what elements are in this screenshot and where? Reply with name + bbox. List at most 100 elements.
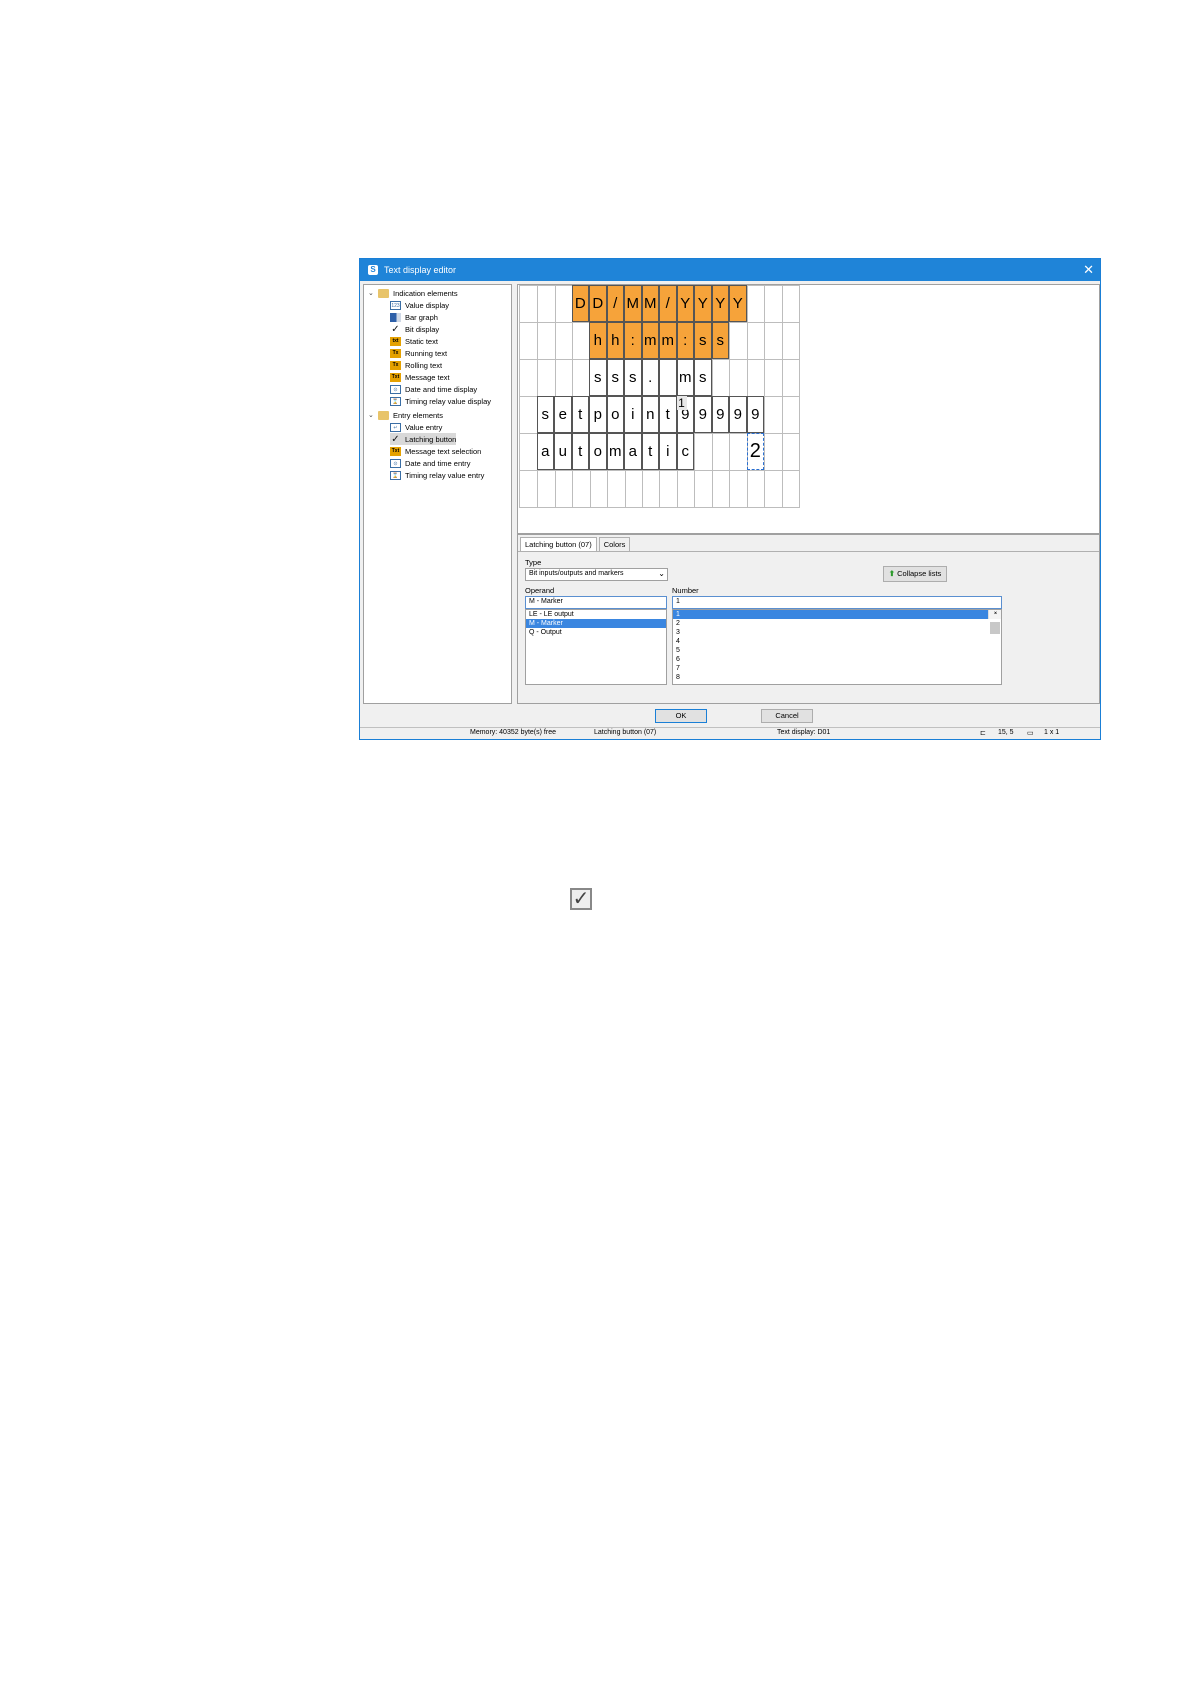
automatic-text-char: i <box>659 433 677 470</box>
folder-icon <box>378 288 389 298</box>
tree-item-bar-graph[interactable]: Bar graph <box>390 311 438 323</box>
ms-display-char: s <box>606 359 624 396</box>
tree-item-timing-relay-display[interactable]: ⌛ Timing relay value display <box>390 395 491 407</box>
value-entry-marker[interactable]: 1 <box>676 396 687 410</box>
status-display: Text display: D01 <box>777 729 831 736</box>
date-display-char: M <box>624 285 642 322</box>
collapse-lists-button[interactable]: ⬆ Collapse lists <box>883 566 947 582</box>
automatic-text-char: o <box>589 433 607 470</box>
message-select-icon: Txt <box>390 446 401 456</box>
tree-item-static-text[interactable]: txt Static text <box>390 335 438 347</box>
tree-item-message-text-selection[interactable]: Txt Message text selection <box>390 445 481 457</box>
tree-item-latching-button[interactable]: ✓ Latching button <box>390 433 457 445</box>
ms-display-char: . <box>641 359 659 396</box>
size-icon: ▭ <box>1027 730 1034 737</box>
time-display-char: s <box>711 322 729 359</box>
close-icon[interactable]: ✕ <box>1083 262 1094 278</box>
tab-colors[interactable]: Colors <box>598 537 631 551</box>
scroll-thumb[interactable] <box>990 622 1000 634</box>
tree-group-label: Entry elements <box>393 410 444 420</box>
automatic-text-char: a <box>536 433 554 470</box>
list-item[interactable]: 8 <box>673 673 1001 682</box>
ms-display-char <box>659 359 677 396</box>
tree-item-timing-relay-entry[interactable]: ⌛ Timing relay value entry <box>390 469 484 481</box>
date-display-char: M <box>641 285 659 322</box>
scroll-down-icon[interactable]: ⌄ <box>990 610 998 617</box>
rolling-text-icon: Tx <box>390 360 401 370</box>
date-display-char: Y <box>694 285 712 322</box>
tree-item-label: Running text <box>405 348 448 358</box>
check-icon: ✓ <box>391 433 400 445</box>
date-display-char: Y <box>729 285 747 322</box>
date-display-char: Y <box>676 285 694 322</box>
tree-item-label: Rolling text <box>405 360 443 370</box>
automatic-text-char: c <box>676 433 694 470</box>
list-item[interactable]: 6 <box>673 655 1001 664</box>
chevron-down-icon[interactable]: ⌄ <box>368 289 378 297</box>
operand-list[interactable]: LE - LE output M - Marker Q - Output <box>525 609 667 685</box>
latching-button-element[interactable]: 2 <box>746 433 764 470</box>
timer-icon: ⌛ <box>390 396 401 406</box>
list-item[interactable]: Q - Output <box>526 628 666 637</box>
ms-display-char: s <box>694 359 712 396</box>
list-item[interactable]: LE - LE output <box>526 610 666 619</box>
number-list[interactable]: 1 2 3 4 5 6 7 8 ⌃ ⌄ <box>672 609 1002 685</box>
setpoint-text-char: e <box>554 396 572 433</box>
automatic-text-char: t <box>641 433 659 470</box>
list-item[interactable]: 4 <box>673 637 1001 646</box>
type-label: Type <box>525 558 542 567</box>
arrow-up-icon: ⬆ <box>888 569 895 578</box>
ms-display-char: s <box>624 359 642 396</box>
tree-item-running-text[interactable]: Tx Running text <box>390 347 447 359</box>
cancel-button[interactable]: Cancel <box>761 709 813 723</box>
setpoint-value-char: 9 <box>746 396 764 433</box>
scrollbar[interactable]: ⌃ ⌄ <box>988 610 1001 634</box>
list-item[interactable]: M - Marker <box>526 619 666 628</box>
tree-item-value-entry[interactable]: ↵ Value entry <box>390 421 442 433</box>
type-select[interactable]: Bit inputs/outputs and markers ⌄ <box>525 568 668 581</box>
setpoint-text-char: o <box>606 396 624 433</box>
automatic-text-char: u <box>554 433 572 470</box>
running-text-icon: Tx <box>390 348 401 358</box>
operand-input[interactable]: M - Marker <box>525 596 667 609</box>
operand-label: Operand <box>525 586 555 595</box>
chevron-down-icon[interactable]: ⌄ <box>368 411 378 419</box>
time-display-char: m <box>641 322 659 359</box>
list-item[interactable]: 5 <box>673 646 1001 655</box>
title-bar: S Text display editor ✕ <box>360 259 1100 281</box>
check-icon: ✓ <box>391 323 400 335</box>
timer-icon: ⌛ <box>390 470 401 480</box>
calendar-icon: ⊙ <box>390 458 401 468</box>
display-canvas[interactable]: D D / M M / Y Y Y Yh h: m m: s s s s s. m s s e t p o i n t 9 9 9 9 9 a u t… <box>517 284 1100 534</box>
tree-item-bit-display[interactable]: ✓ Bit display <box>390 323 439 335</box>
tree-item-date-time-display[interactable]: ⊙ Date and time display <box>390 383 477 395</box>
automatic-text-char: a <box>624 433 642 470</box>
time-display-char: h <box>589 322 607 359</box>
type-select-value: Bit inputs/outputs and markers <box>529 570 624 577</box>
ok-button[interactable]: OK <box>655 709 707 723</box>
tree-group-entry[interactable]: ⌄ Entry elements <box>368 409 443 421</box>
number-input[interactable]: 1 <box>672 596 1002 609</box>
list-item[interactable]: 2 <box>673 619 1001 628</box>
tree-item-label: Value display <box>405 300 450 310</box>
list-item[interactable]: 7 <box>673 664 1001 673</box>
app-icon: S <box>368 265 378 275</box>
list-item[interactable]: 1 <box>673 610 991 619</box>
tree-item-label: Message text <box>405 372 450 382</box>
setpoint-text-char: n <box>641 396 659 433</box>
tab-latching-button[interactable]: Latching button (07) <box>520 537 597 551</box>
time-display-char: : <box>676 322 694 359</box>
tree-item-value-display[interactable]: 123 Value display <box>390 299 449 311</box>
ms-display-char: s <box>589 359 607 396</box>
automatic-text-char: m <box>606 433 624 470</box>
tree-item-label: Latching button <box>405 434 457 444</box>
status-memory: Memory: 40352 byte(s) free <box>470 729 556 736</box>
tree-item-message-text[interactable]: Txt Message text <box>390 371 450 383</box>
tree-item-rolling-text[interactable]: Tx Rolling text <box>390 359 442 371</box>
list-item[interactable]: 3 <box>673 628 1001 637</box>
setpoint-text-char: i <box>624 396 642 433</box>
setpoint-text-char: p <box>589 396 607 433</box>
tree-group-indication[interactable]: ⌄ Indication elements <box>368 287 458 299</box>
tree-item-date-time-entry[interactable]: ⊙ Date and time entry <box>390 457 470 469</box>
tree-item-label: Static text <box>405 336 438 346</box>
